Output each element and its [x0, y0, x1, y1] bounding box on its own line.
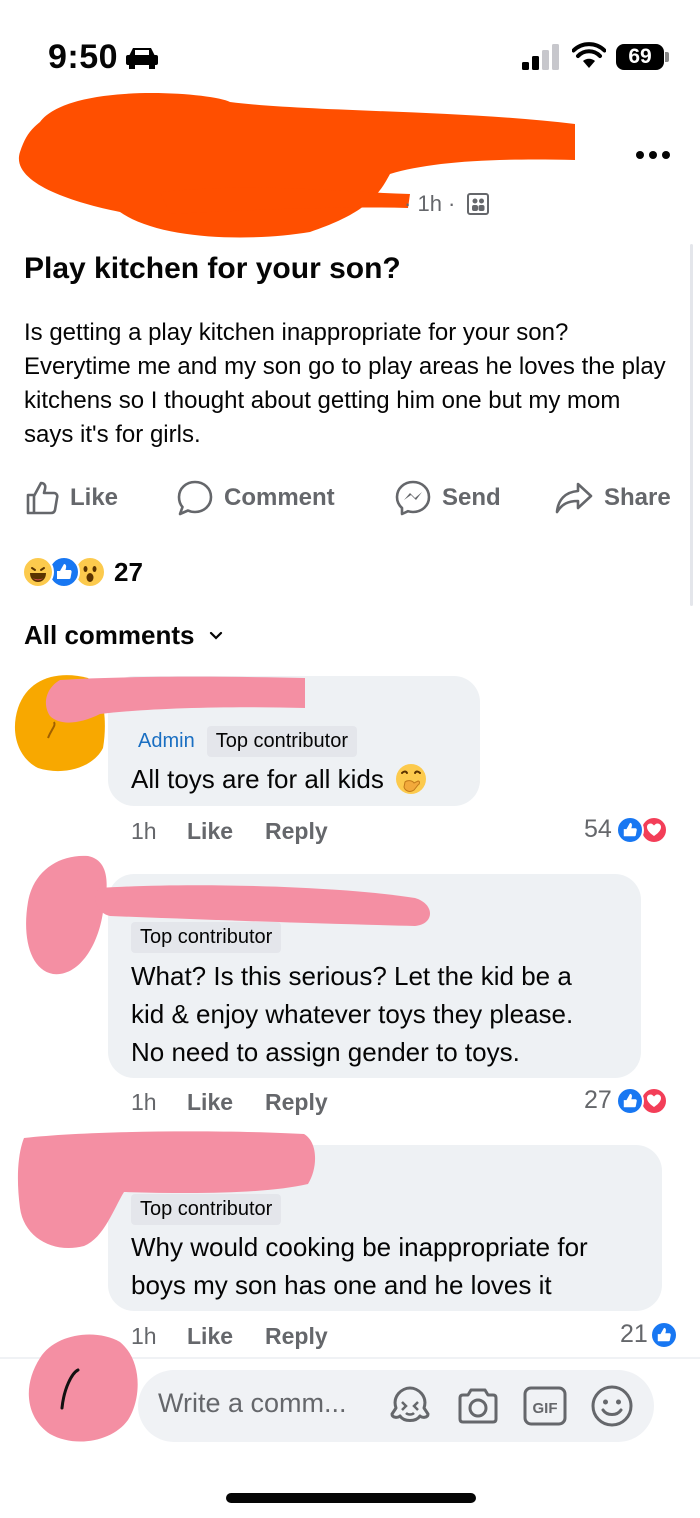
comment-sort-dropdown[interactable]: All comments [24, 620, 223, 651]
comment-1-text: All toys are for all kids [131, 764, 384, 794]
comment-3-line-1: Why would cooking be inappropriate for [131, 1232, 588, 1262]
top-contributor-badge: Top contributor [131, 1194, 282, 1225]
reaction-count: 27 [114, 556, 143, 587]
status-time: 9:50 [48, 38, 119, 76]
cellular-signal-icon [522, 44, 559, 70]
comment-3-badges: Top contributor [131, 1194, 282, 1225]
scrollbar[interactable] [690, 244, 693, 606]
like-reaction-icon [615, 815, 644, 844]
comment-3-line-2: boys my son has one and he loves it [131, 1270, 552, 1300]
redacted-author-scribble [18, 93, 576, 238]
laughing-reaction-icon [22, 556, 54, 588]
chevron-down-icon [209, 631, 222, 640]
svg-text:GIF: GIF [533, 1400, 558, 1417]
comment-2-text: What? Is this serious? Let the kid be a … [131, 957, 631, 1071]
comment-1-badges: Admin Top contributor [138, 726, 357, 757]
comment-1-time: 1h [131, 818, 157, 844]
love-reaction-icon [639, 1086, 668, 1115]
wifi-icon [572, 42, 606, 68]
comment-1-reaction-count: 54 [584, 815, 612, 843]
comment-2-badges: Top contributor [131, 922, 282, 953]
comment-1-text-row: All toys are for all kids [131, 760, 428, 798]
like-reaction-icon [615, 1086, 644, 1115]
like-reaction-icon [649, 1320, 678, 1349]
emoji-icon[interactable] [590, 1384, 634, 1428]
like-label: Like [70, 484, 119, 511]
car-icon [126, 48, 158, 69]
comment-1-reply-button[interactable]: Reply [265, 818, 328, 845]
comment-sort-label: All comments [24, 620, 195, 650]
comment-1-footer: 1h Like Reply [131, 818, 328, 845]
comment-2-line-1: What? Is this serious? Let the kid be a [131, 961, 572, 991]
comment-3-footer: 1h Like Reply [131, 1323, 328, 1350]
love-reaction-icon [639, 815, 668, 844]
send-button[interactable]: Send [394, 478, 501, 518]
redacted-user-avatar [28, 1334, 138, 1442]
share-arrow-icon [555, 482, 593, 514]
more-options-icon[interactable] [636, 146, 676, 160]
like-button[interactable]: Like [24, 478, 118, 518]
top-contributor-badge: Top contributor [206, 726, 357, 757]
send-label: Send [442, 484, 501, 511]
comment-1-like-button[interactable]: Like [187, 818, 265, 845]
comment-2-line-3: No need to assign gender to toys. [131, 1037, 520, 1067]
comment-3-reaction-count: 21 [620, 1320, 648, 1348]
post-body: Is getting a play kitchen inappropriate … [24, 319, 666, 448]
comment-input[interactable]: Write a comm... [158, 1388, 347, 1419]
battery-nub [665, 52, 669, 62]
comment-2-reactions[interactable]: 27 [584, 1086, 668, 1115]
comment-3-text: Why would cooking be inappropriate for b… [131, 1228, 651, 1304]
home-indicator[interactable] [226, 1493, 476, 1503]
post-reactions[interactable]: 27 [22, 556, 143, 588]
admin-label: Admin [138, 730, 195, 752]
comment-3-reply-button[interactable]: Reply [265, 1323, 328, 1350]
comment-3-reactions[interactable]: 21 [620, 1320, 678, 1349]
top-contributor-badge: Top contributor [131, 922, 282, 953]
avatar-sticker-icon[interactable] [388, 1386, 432, 1426]
comment-button[interactable]: Comment [176, 478, 335, 518]
hand-over-mouth-emoji-icon [395, 764, 426, 794]
battery-indicator: 69 [616, 44, 664, 70]
comment-2-like-button[interactable]: Like [187, 1089, 265, 1116]
camera-icon[interactable] [456, 1386, 500, 1426]
comment-label: Comment [224, 484, 335, 511]
post-time: 1h [417, 191, 442, 216]
post-timestamp: · 1h · [404, 191, 456, 216]
comment-3-like-button[interactable]: Like [187, 1323, 265, 1350]
group-privacy-icon [467, 193, 489, 215]
comment-bubble-icon [177, 480, 213, 516]
redacted-name-1 [45, 676, 305, 723]
share-button[interactable]: Share [554, 478, 671, 518]
comment-2-line-2: kid & enjoy whatever toys they please. [131, 999, 574, 1029]
comment-2-footer: 1h Like Reply [131, 1089, 328, 1116]
share-label: Share [604, 484, 671, 511]
comment-1-reactions[interactable]: 54 [584, 815, 668, 844]
gif-icon[interactable]: GIF [523, 1386, 567, 1426]
comment-2-reaction-count: 27 [584, 1086, 612, 1114]
messenger-icon [395, 480, 431, 516]
post-title: Play kitchen for your son? [24, 252, 401, 285]
thumbs-up-icon [26, 481, 59, 515]
comment-2-time: 1h [131, 1089, 157, 1115]
comment-2-reply-button[interactable]: Reply [265, 1089, 328, 1116]
